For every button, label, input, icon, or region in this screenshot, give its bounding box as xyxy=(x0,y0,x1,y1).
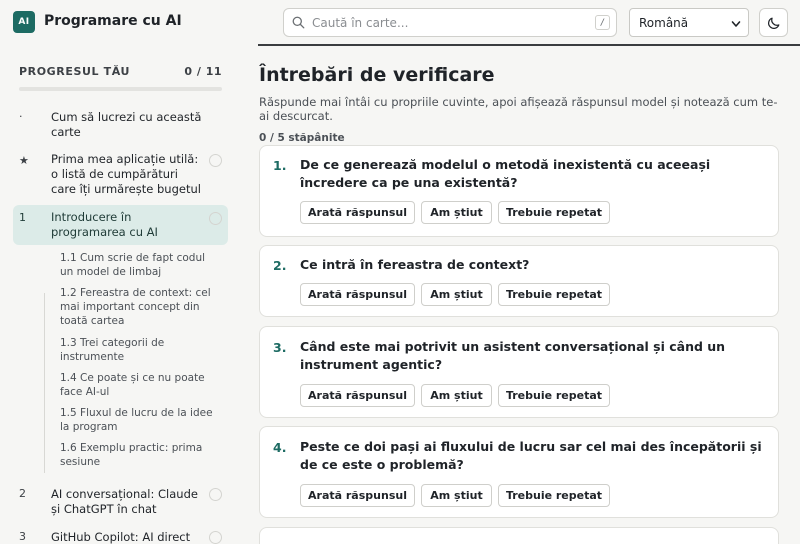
needs-review-button[interactable]: Trebuie repetat xyxy=(498,484,610,507)
question-text: De ce generează modelul o metodă inexist… xyxy=(300,157,711,190)
sidebar-item-chapter-2[interactable]: 2 AI conversațional: Claude și ChatGPT î… xyxy=(13,485,228,517)
progress-label: PROGRESUL TĂU xyxy=(19,65,131,78)
page-title: Întrebări de verificare xyxy=(259,64,495,86)
needs-review-button[interactable]: Trebuie repetat xyxy=(498,384,610,407)
show-answer-button[interactable]: Arată răspunsul xyxy=(300,484,415,507)
knew-it-button[interactable]: Am știut xyxy=(421,484,492,507)
language-select[interactable]: Română xyxy=(629,8,749,37)
needs-review-button[interactable]: Trebuie repetat xyxy=(498,201,610,224)
chapter-status-circle xyxy=(209,531,222,544)
chapter-label: Prima mea aplicație utilă: o listă de cu… xyxy=(51,152,201,196)
sidebar-subitem-1-2[interactable]: 1.2 Fereastra de context: cel mai import… xyxy=(60,286,220,328)
sidebar-item-chapter-first-app[interactable]: ★ Prima mea aplicație utilă: o listă de … xyxy=(13,152,228,200)
knew-it-button[interactable]: Am știut xyxy=(421,283,492,306)
knew-it-button[interactable]: Am știut xyxy=(421,201,492,224)
progress-bar xyxy=(19,87,222,91)
app-logo[interactable]: AI xyxy=(13,11,35,33)
mastered-count: 0 / 5 stăpânite xyxy=(259,132,345,144)
show-answer-button[interactable]: Arată răspunsul xyxy=(300,201,415,224)
question-number: 3. xyxy=(273,340,287,355)
question-card-2: 2. Ce intră în fereastra de context? Ara… xyxy=(259,245,779,317)
chapter-number: 2 xyxy=(19,487,26,500)
question-number: 1. xyxy=(273,158,287,173)
question-card-1: 1. De ce generează modelul o metodă inex… xyxy=(259,145,779,237)
intro-text: Răspunde mai întâi cu propriile cuvinte,… xyxy=(259,95,778,123)
question-number: 4. xyxy=(273,440,287,455)
question-text: Peste ce doi pași ai fluxului de lucru s… xyxy=(300,439,762,472)
question-text: Ce intră în fereastra de context? xyxy=(300,257,530,272)
sidebar-subitem-1-4[interactable]: 1.4 Ce poate și ce nu poate face AI-ul xyxy=(60,371,220,399)
moon-icon xyxy=(767,17,779,29)
sidebar-subitem-1-5[interactable]: 1.5 Fluxul de lucru de la idee la progra… xyxy=(60,406,220,434)
top-bar: AI Programare cu AI / Română xyxy=(0,0,800,45)
progress-count: 0 / 11 xyxy=(184,65,222,78)
chapter-number: ★ xyxy=(19,154,29,167)
chapter-status-circle xyxy=(209,212,222,225)
knew-it-button[interactable]: Am știut xyxy=(421,384,492,407)
sidebar-item-chapter-intro[interactable]: · Cum să lucrezi cu această carte xyxy=(13,108,228,142)
search-icon xyxy=(292,16,305,29)
progress-header: PROGRESUL TĂU 0 / 11 xyxy=(19,65,222,78)
sidebar-subitem-1-1[interactable]: 1.1 Cum scrie de fapt codul un model de … xyxy=(60,251,220,279)
needs-review-button[interactable]: Trebuie repetat xyxy=(498,283,610,306)
question-card-3: 3. Când este mai potrivit un asistent co… xyxy=(259,326,779,418)
question-card-5 xyxy=(259,527,779,544)
chapter-status-circle xyxy=(209,154,222,167)
chevron-down-icon xyxy=(731,21,741,27)
chapter-label: AI conversațional: Claude și ChatGPT în … xyxy=(51,487,198,516)
subsection-guide-line xyxy=(44,293,45,473)
chapter-number: 3 xyxy=(19,530,26,543)
question-card-4: 4. Peste ce doi pași ai fluxului de lucr… xyxy=(259,426,779,518)
chapter-status-circle xyxy=(209,488,222,501)
search-box[interactable]: / xyxy=(283,8,617,37)
sidebar: PROGRESUL TĂU 0 / 11 · Cum să lucrezi cu… xyxy=(0,46,240,544)
sidebar-item-chapter-1[interactable]: 1 Introducere în programarea cu AI xyxy=(13,205,228,245)
search-shortcut-hint: / xyxy=(595,15,610,30)
show-answer-button[interactable]: Arată răspunsul xyxy=(300,283,415,306)
chapter-label: Cum să lucrezi cu această carte xyxy=(51,110,202,139)
language-selected-value: Română xyxy=(639,16,689,30)
show-answer-button[interactable]: Arată răspunsul xyxy=(300,384,415,407)
chapter-number: · xyxy=(19,110,23,123)
question-number: 2. xyxy=(273,258,287,273)
sidebar-subitem-1-6[interactable]: 1.6 Exemplu practic: prima sesiune xyxy=(60,441,220,469)
question-text: Când este mai potrivit un asistent conve… xyxy=(300,339,726,372)
sidebar-item-chapter-3[interactable]: 3 GitHub Copilot: AI direct în xyxy=(13,528,228,544)
chapter-label: GitHub Copilot: AI direct în xyxy=(51,530,191,544)
theme-toggle-button[interactable] xyxy=(759,8,788,37)
chapter-number: 1 xyxy=(19,211,26,224)
main-content: Întrebări de verificare Răspunde mai înt… xyxy=(258,46,800,544)
app-title[interactable]: Programare cu AI xyxy=(44,13,182,29)
chapter-label: Introducere în programarea cu AI xyxy=(51,210,158,239)
sidebar-subitem-1-3[interactable]: 1.3 Trei categorii de instrumente xyxy=(60,336,220,364)
search-input[interactable] xyxy=(312,13,572,33)
